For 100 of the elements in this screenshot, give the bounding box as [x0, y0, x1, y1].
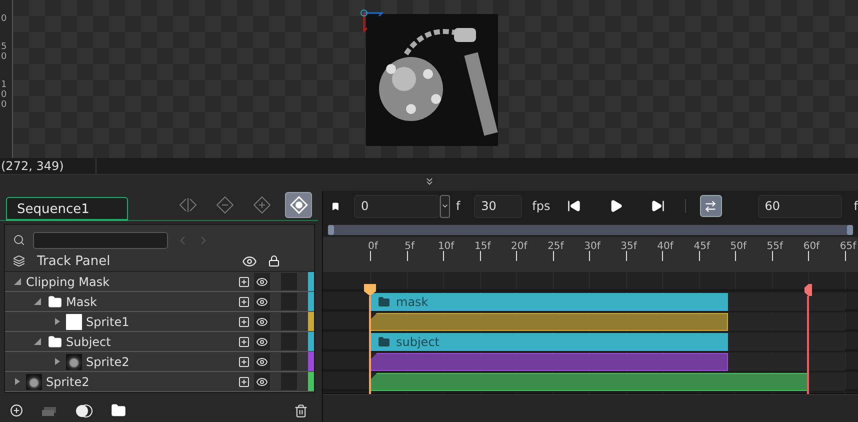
- sprite-clip[interactable]: [370, 313, 728, 331]
- ruler-label: 0f: [368, 241, 378, 252]
- panel-title: Track Panel: [37, 254, 112, 268]
- track-name: Subject: [66, 334, 111, 348]
- ruler-label: 65f: [840, 241, 856, 252]
- track-row[interactable]: Clipping Mask: [5, 272, 314, 292]
- keyframe-button[interactable]: [285, 192, 312, 218]
- ruler-label: 25f: [548, 241, 564, 252]
- ruler-label: 0: [0, 14, 7, 24]
- sprite-thumbnail: [66, 354, 82, 370]
- end-frame-field[interactable]: 60: [758, 194, 842, 218]
- track-row[interactable]: Mask: [5, 292, 314, 312]
- search-field[interactable]: [33, 232, 168, 248]
- collapse-arrow-icon[interactable]: [13, 277, 22, 286]
- add-track-icon[interactable]: [238, 296, 250, 308]
- fps-field[interactable]: 30: [474, 194, 522, 218]
- collapse-arrow-icon[interactable]: [33, 297, 42, 306]
- play-icon: [609, 199, 624, 213]
- end-frame-unit: f: [854, 199, 858, 213]
- expand-arrow-icon[interactable]: [53, 317, 62, 326]
- sequence-tab[interactable]: Sequence1: [6, 197, 128, 221]
- track-name: Clipping Mask: [26, 274, 110, 288]
- visibility-toggle[interactable]: [254, 293, 270, 310]
- folder-icon: [378, 336, 390, 348]
- ruler-label: 50f: [730, 241, 746, 252]
- split-keyframe-icon: [178, 197, 196, 213]
- track-name: Mask: [66, 294, 97, 308]
- delete-icon[interactable]: [294, 404, 308, 418]
- swap-arrows-icon: [704, 200, 718, 212]
- folder-icon: [48, 294, 62, 308]
- loop-button[interactable]: [700, 195, 722, 217]
- folder-icon: [378, 296, 390, 308]
- clip-label: mask: [396, 295, 428, 309]
- folder-icon[interactable]: [111, 403, 126, 418]
- lock-toggle[interactable]: [281, 273, 297, 290]
- ruler-label: 0: [0, 90, 7, 100]
- frame-dropdown[interactable]: [440, 194, 450, 218]
- lock-toggle[interactable]: [281, 373, 297, 390]
- add-track-icon[interactable]: [238, 356, 250, 368]
- transform-gizmo-icon[interactable]: [360, 9, 386, 35]
- ruler-label: 0: [0, 52, 7, 62]
- visibility-toggle[interactable]: [254, 273, 270, 290]
- ruler-label: 30f: [584, 241, 600, 252]
- ruler-label: 20f: [511, 241, 528, 252]
- visibility-toggle[interactable]: [254, 373, 270, 390]
- visibility-icon: [256, 316, 268, 328]
- frame-field[interactable]: 0: [354, 194, 440, 218]
- frame-unit: f: [456, 199, 460, 213]
- visibility-icon: [256, 376, 268, 388]
- folder-icon: [48, 334, 62, 348]
- layers-icon[interactable]: [41, 404, 57, 416]
- collapse-arrow-icon[interactable]: [33, 337, 42, 346]
- lock-toggle[interactable]: [281, 313, 297, 330]
- end-marker[interactable]: [802, 284, 814, 394]
- track-row[interactable]: Sprite1: [5, 312, 314, 332]
- fps-unit: fps: [532, 199, 552, 213]
- visibility-toggle[interactable]: [254, 313, 270, 330]
- visibility-toggle[interactable]: [254, 353, 270, 370]
- visibility-icon: [256, 296, 268, 308]
- visibility-icon: [256, 356, 268, 368]
- add-track-icon[interactable]: [238, 336, 250, 348]
- track-row[interactable]: Sprite2: [5, 352, 314, 372]
- collapse-chevron-icon[interactable]: [424, 176, 434, 187]
- ruler-label: 0: [0, 100, 7, 110]
- visibility-icon: [256, 336, 268, 348]
- visibility-toggle[interactable]: [254, 333, 270, 350]
- diamond-plus-icon: [252, 196, 270, 214]
- lock-toggle[interactable]: [281, 353, 297, 370]
- ruler-label: 45f: [694, 241, 710, 252]
- visibility-icon[interactable]: [242, 254, 257, 268]
- lock-toggle[interactable]: [281, 333, 297, 350]
- ruler-label: 55f: [766, 241, 784, 252]
- ruler-label: 5f: [404, 241, 414, 252]
- group-clip[interactable]: subject: [370, 333, 728, 351]
- add-track-icon[interactable]: [238, 316, 250, 328]
- lock-icon[interactable]: [268, 255, 280, 267]
- add-track-icon[interactable]: [238, 276, 250, 288]
- lock-toggle[interactable]: [281, 293, 297, 310]
- expand-arrow-icon[interactable]: [53, 357, 62, 366]
- track-name: Sprite1: [86, 314, 130, 328]
- playhead[interactable]: [364, 284, 376, 394]
- group-clip[interactable]: mask: [370, 293, 728, 311]
- visibility-icon: [256, 276, 268, 288]
- add-track-icon[interactable]: [238, 376, 250, 388]
- search-icon: [13, 234, 25, 246]
- ruler-label: 35f: [620, 241, 637, 252]
- ruler-label: 60f: [803, 241, 820, 252]
- skip-back-icon: [567, 199, 582, 213]
- ruler-label: 40f: [657, 241, 674, 252]
- sprite-thumbnail: [66, 314, 82, 330]
- diamond-minus-icon: [216, 196, 234, 214]
- caret-icon: [440, 202, 449, 210]
- track-row[interactable]: Sprite2: [5, 372, 314, 392]
- track-row[interactable]: Subject: [5, 332, 314, 352]
- expand-arrow-icon[interactable]: [13, 377, 22, 386]
- sprite-clip[interactable]: [370, 353, 728, 371]
- clipping-mask-icon[interactable]: [75, 404, 93, 418]
- add-icon[interactable]: [10, 404, 23, 417]
- skip-forward-icon: [651, 199, 666, 213]
- ruler-label: 5: [0, 42, 7, 52]
